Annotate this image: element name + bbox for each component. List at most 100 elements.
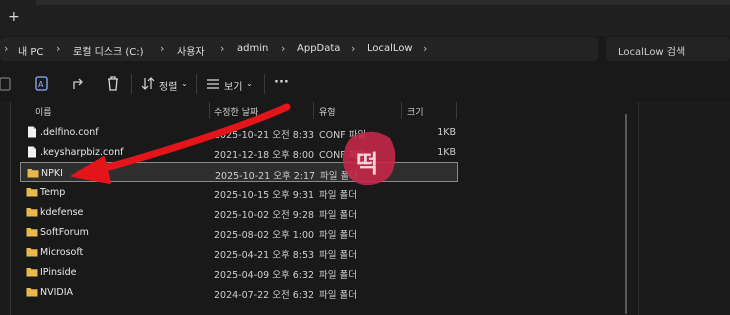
delete-button[interactable]	[105, 74, 121, 94]
file-date: 2025-10-02 오전 9:28	[214, 210, 315, 221]
file-type: 파일 폴더	[319, 210, 357, 221]
breadcrumb-item-locallow[interactable]: LocalLow	[367, 43, 413, 54]
file-date: 2025-04-21 오후 8:53	[214, 250, 315, 261]
file-size: 1KB	[437, 127, 456, 138]
search-input[interactable]: LocalLow 검색	[606, 37, 730, 61]
details-pane	[638, 102, 730, 315]
folder-icon	[26, 208, 38, 217]
search-placeholder: LocalLow 검색	[618, 47, 686, 58]
breadcrumb-item-local-disk[interactable]: 로컬 디스크 (C:)	[73, 43, 144, 58]
column-divider[interactable]	[401, 102, 402, 119]
folder-row[interactable]: Temp 2025-10-15 오후 9:31 파일 폴더	[20, 182, 458, 202]
column-header-type[interactable]: 유형	[319, 105, 336, 118]
file-date: 2025-08-02 오후 1:00	[214, 230, 315, 241]
toolbar-divider	[196, 74, 197, 94]
file-name: IPinside	[40, 267, 77, 278]
folder-row[interactable]: kdefense 2025-10-02 오전 9:28 파일 폴더	[20, 202, 458, 222]
file-row[interactable]: .keysharpbiz.conf 2021-12-18 오후 8:00 CONF …	[20, 142, 458, 162]
file-type: CONF 파일	[319, 150, 367, 161]
share-button[interactable]	[72, 74, 88, 94]
folder-row[interactable]: SoftForum 2025-08-02 오후 1:00 파일 폴더	[20, 222, 458, 242]
folder-icon	[26, 228, 38, 237]
chevron-right-icon: ›	[281, 42, 286, 55]
toolbar-divider	[131, 74, 132, 94]
file-name: Temp	[40, 187, 66, 198]
breadcrumb-item-appdata[interactable]: AppData	[297, 43, 340, 54]
file-name: NVIDIA	[40, 287, 74, 298]
file-date: 2024-07-22 오전 6:32	[214, 290, 315, 301]
svg-text:A: A	[38, 80, 44, 89]
document-icon	[28, 146, 36, 158]
column-divider[interactable]	[313, 102, 314, 119]
view-label: 보기	[224, 82, 243, 93]
document-icon	[28, 126, 36, 138]
paste-button[interactable]	[0, 74, 14, 94]
tab-strip: +	[0, 0, 730, 36]
column-header-size[interactable]: 크기	[407, 105, 424, 118]
chevron-down-icon: ⌄	[246, 79, 253, 88]
trash-icon	[108, 76, 118, 91]
file-date: 2021-12-18 오후 8:00	[214, 150, 315, 161]
sort-label: 정렬	[159, 82, 178, 93]
file-name: .delfino.conf	[40, 127, 99, 138]
file-type: 파일 폴더	[319, 190, 357, 201]
file-type: 파일 폴더	[319, 250, 357, 261]
file-row[interactable]: .delfino.conf 2025-10-21 오전 8:33 CONF 파일 1K…	[20, 122, 458, 142]
column-header-name[interactable]: 이름	[35, 105, 52, 118]
folder-icon	[27, 169, 39, 178]
folder-row[interactable]: IPinside 2025-04-09 오후 6:32 파일 폴더	[20, 262, 458, 282]
folder-icon	[26, 248, 38, 257]
view-list-icon	[207, 79, 219, 89]
file-name: SoftForum	[40, 227, 89, 238]
file-name: Microsoft	[40, 247, 84, 258]
chevron-right-icon: ›	[56, 42, 61, 55]
address-bar-row: › 내 PC › 로컬 디스크 (C:) › 사용자 › admin › App…	[0, 36, 730, 62]
folder-icon	[26, 268, 38, 277]
file-type: 파일 폴더	[319, 230, 357, 241]
folder-row[interactable]: Microsoft 2025-04-21 오후 8:53 파일 폴더	[20, 242, 458, 262]
file-type: CONF 파일	[319, 130, 367, 141]
breadcrumb-item-users[interactable]: 사용자	[177, 43, 205, 58]
file-name: kdefense	[40, 207, 84, 218]
chevron-right-icon: ›	[423, 42, 428, 55]
vertical-scrollbar[interactable]	[625, 114, 627, 314]
file-size: 1KB	[437, 147, 456, 158]
tab-edge	[36, 0, 730, 5]
column-headers: 이름 수정한 날짜 유형 크기	[20, 102, 620, 119]
more-icon: ···	[274, 75, 289, 90]
chevron-right-icon: ›	[351, 42, 356, 55]
file-list-area: 이름 수정한 날짜 유형 크기 .delfino.conf 2025-10-21 …	[0, 102, 730, 315]
rename-button[interactable]: A	[34, 74, 50, 94]
file-date: 2025-10-21 오전 8:33	[214, 130, 315, 141]
column-divider[interactable]	[456, 102, 457, 119]
file-date: 2025-10-21 오후 2:17	[215, 171, 316, 182]
file-name: NPKI	[41, 168, 63, 179]
file-type: 파일 폴더	[319, 290, 357, 301]
file-type: 파일 폴더	[320, 171, 358, 182]
chevron-right-icon: ›	[160, 42, 165, 55]
folder-row[interactable]: NVIDIA 2024-07-22 오전 6:32 파일 폴더	[20, 282, 458, 302]
folder-icon	[26, 188, 38, 197]
breadcrumb[interactable]: › 내 PC › 로컬 디스크 (C:) › 사용자 › admin › App…	[0, 37, 598, 61]
file-date: 2025-10-15 오후 9:31	[214, 190, 315, 201]
chevron-down-icon: ⌄	[181, 79, 188, 88]
navigation-pane	[0, 102, 11, 315]
file-type: 파일 폴더	[319, 270, 357, 281]
file-date: 2025-04-09 오후 6:32	[214, 270, 315, 281]
breadcrumb-item-this-pc[interactable]: 내 PC	[18, 43, 43, 58]
chevron-right-icon: ›	[4, 42, 9, 55]
share-icon	[73, 78, 83, 89]
sort-icon	[141, 77, 155, 90]
column-divider[interactable]	[209, 102, 210, 119]
new-tab-button[interactable]: +	[8, 10, 20, 24]
chevron-right-icon: ›	[220, 42, 225, 55]
breadcrumb-item-admin[interactable]: admin	[237, 43, 268, 54]
column-header-date[interactable]: 수정한 날짜	[214, 105, 258, 118]
folder-icon	[26, 288, 38, 297]
command-bar: A 정렬 ⌄ 보기 ⌄ ···	[0, 66, 730, 103]
paste-icon	[0, 77, 11, 91]
toolbar-divider	[264, 74, 265, 94]
rename-icon: A	[35, 76, 48, 91]
folder-row[interactable]: NPKI 2025-10-21 오후 2:17 파일 폴더	[20, 162, 458, 182]
file-name: .keysharpbiz.conf	[40, 147, 124, 158]
